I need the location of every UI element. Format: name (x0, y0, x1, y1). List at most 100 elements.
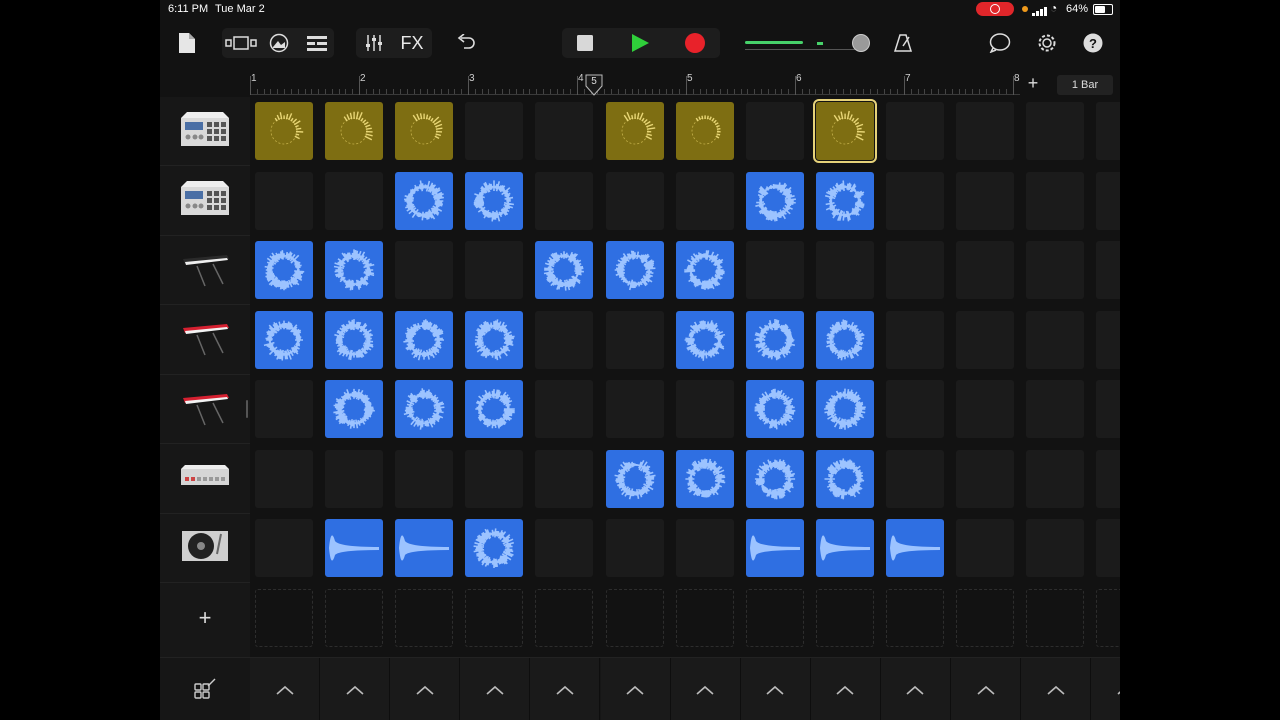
empty-cell[interactable] (605, 380, 664, 438)
empty-cell-slot[interactable] (1026, 588, 1085, 647)
master-volume-knob[interactable] (852, 34, 870, 52)
empty-cell[interactable] (675, 519, 734, 577)
empty-cell[interactable] (535, 519, 594, 577)
empty-cell[interactable] (1026, 241, 1085, 299)
empty-cell[interactable] (1026, 519, 1085, 577)
loop-cell-one-shot[interactable] (815, 519, 874, 577)
playhead[interactable]: 5 (585, 74, 603, 96)
loop-browser-button[interactable] (986, 30, 1014, 56)
metronome-button[interactable] (890, 30, 916, 56)
empty-cell[interactable] (675, 380, 734, 438)
help-button[interactable]: ? (1080, 30, 1106, 56)
empty-cell[interactable] (605, 310, 664, 369)
loop-cell[interactable] (255, 241, 313, 299)
column-trigger-7[interactable] (670, 658, 741, 720)
column-trigger-10[interactable] (880, 658, 951, 720)
track-header-7[interactable] (160, 514, 250, 583)
empty-cell-slot[interactable] (815, 588, 874, 647)
empty-cell-slot[interactable] (745, 588, 804, 647)
loop-cell-drums[interactable] (605, 102, 664, 160)
empty-cell[interactable] (1026, 449, 1085, 508)
track-resize-handle[interactable] (246, 400, 248, 418)
loop-cell[interactable] (745, 380, 804, 438)
column-trigger-13[interactable] (1091, 658, 1120, 720)
loop-cell[interactable] (465, 310, 524, 369)
empty-cell[interactable] (1026, 171, 1085, 230)
stop-button[interactable] (570, 30, 600, 56)
empty-cell[interactable] (465, 449, 524, 508)
empty-cell[interactable] (885, 380, 944, 438)
fx-button[interactable]: FX (396, 30, 428, 56)
loop-cell[interactable] (465, 519, 524, 577)
column-trigger-12[interactable] (1021, 658, 1092, 720)
empty-cell[interactable] (255, 519, 313, 577)
column-trigger-3[interactable] (390, 658, 461, 720)
empty-cell[interactable] (465, 102, 524, 160)
empty-cell[interactable] (885, 171, 944, 230)
empty-cell[interactable] (1026, 380, 1085, 438)
add-section-button[interactable]: + (1025, 73, 1041, 93)
empty-cell[interactable] (395, 241, 454, 299)
empty-cell[interactable] (956, 102, 1014, 160)
empty-cell[interactable] (535, 449, 594, 508)
track-header-6[interactable] (160, 445, 250, 514)
empty-cell-slot[interactable] (605, 588, 664, 647)
loop-cell[interactable] (395, 171, 454, 230)
empty-cell[interactable] (1096, 171, 1120, 230)
empty-cell[interactable] (1096, 102, 1120, 160)
record-button[interactable] (680, 30, 710, 56)
empty-cell[interactable] (885, 449, 944, 508)
empty-cell-slot[interactable] (956, 588, 1014, 647)
loop-cell[interactable] (465, 380, 524, 438)
loop-cell-drums[interactable] (255, 102, 313, 160)
loop-cell-one-shot[interactable] (885, 519, 944, 577)
empty-cell-slot[interactable] (325, 588, 384, 647)
loop-cell-drums[interactable] (812, 99, 877, 163)
empty-cell[interactable] (465, 241, 524, 299)
browser-button[interactable] (224, 30, 258, 56)
edit-grid-button[interactable] (190, 674, 220, 704)
column-trigger-9[interactable] (810, 658, 881, 720)
empty-cell[interactable] (395, 449, 454, 508)
empty-cell[interactable] (956, 380, 1014, 438)
loop-cell-drums[interactable] (395, 102, 454, 160)
empty-cell-slot[interactable] (885, 588, 944, 647)
loop-cell[interactable] (745, 310, 804, 369)
loop-cell[interactable] (815, 310, 874, 369)
empty-cell[interactable] (1026, 102, 1085, 160)
empty-cell[interactable] (1096, 380, 1120, 438)
loop-cell-one-shot[interactable] (745, 519, 804, 577)
track-header-3[interactable] (160, 236, 250, 305)
column-trigger-1[interactable] (250, 658, 320, 720)
empty-cell-slot[interactable] (675, 588, 734, 647)
settings-button[interactable] (1033, 30, 1061, 56)
empty-cell[interactable] (1096, 449, 1120, 508)
empty-cell[interactable] (535, 380, 594, 438)
empty-cell[interactable] (255, 449, 313, 508)
master-volume-slider[interactable] (745, 49, 855, 50)
loop-cell-drums[interactable] (675, 102, 734, 160)
tracks-view-button[interactable] (304, 30, 330, 56)
loop-cell[interactable] (815, 449, 874, 508)
empty-cell[interactable] (956, 171, 1014, 230)
loop-cell[interactable] (395, 310, 454, 369)
loop-cell[interactable] (325, 310, 384, 369)
empty-cell[interactable] (956, 310, 1014, 369)
empty-cell[interactable] (1096, 241, 1120, 299)
empty-cell[interactable] (885, 102, 944, 160)
column-trigger-11[interactable] (951, 658, 1021, 720)
empty-cell[interactable] (885, 310, 944, 369)
column-trigger-2[interactable] (320, 658, 391, 720)
undo-button[interactable] (452, 30, 480, 56)
empty-cell[interactable] (956, 241, 1014, 299)
loop-cell-one-shot[interactable] (395, 519, 454, 577)
empty-cell[interactable] (675, 171, 734, 230)
loop-cell[interactable] (675, 241, 734, 299)
loop-cell[interactable] (535, 241, 594, 299)
loop-cell[interactable] (745, 449, 804, 508)
loop-cell[interactable] (395, 380, 454, 438)
empty-cell[interactable] (605, 519, 664, 577)
loop-cell[interactable] (325, 241, 384, 299)
play-button[interactable] (620, 30, 660, 56)
empty-cell-slot[interactable] (255, 588, 313, 647)
